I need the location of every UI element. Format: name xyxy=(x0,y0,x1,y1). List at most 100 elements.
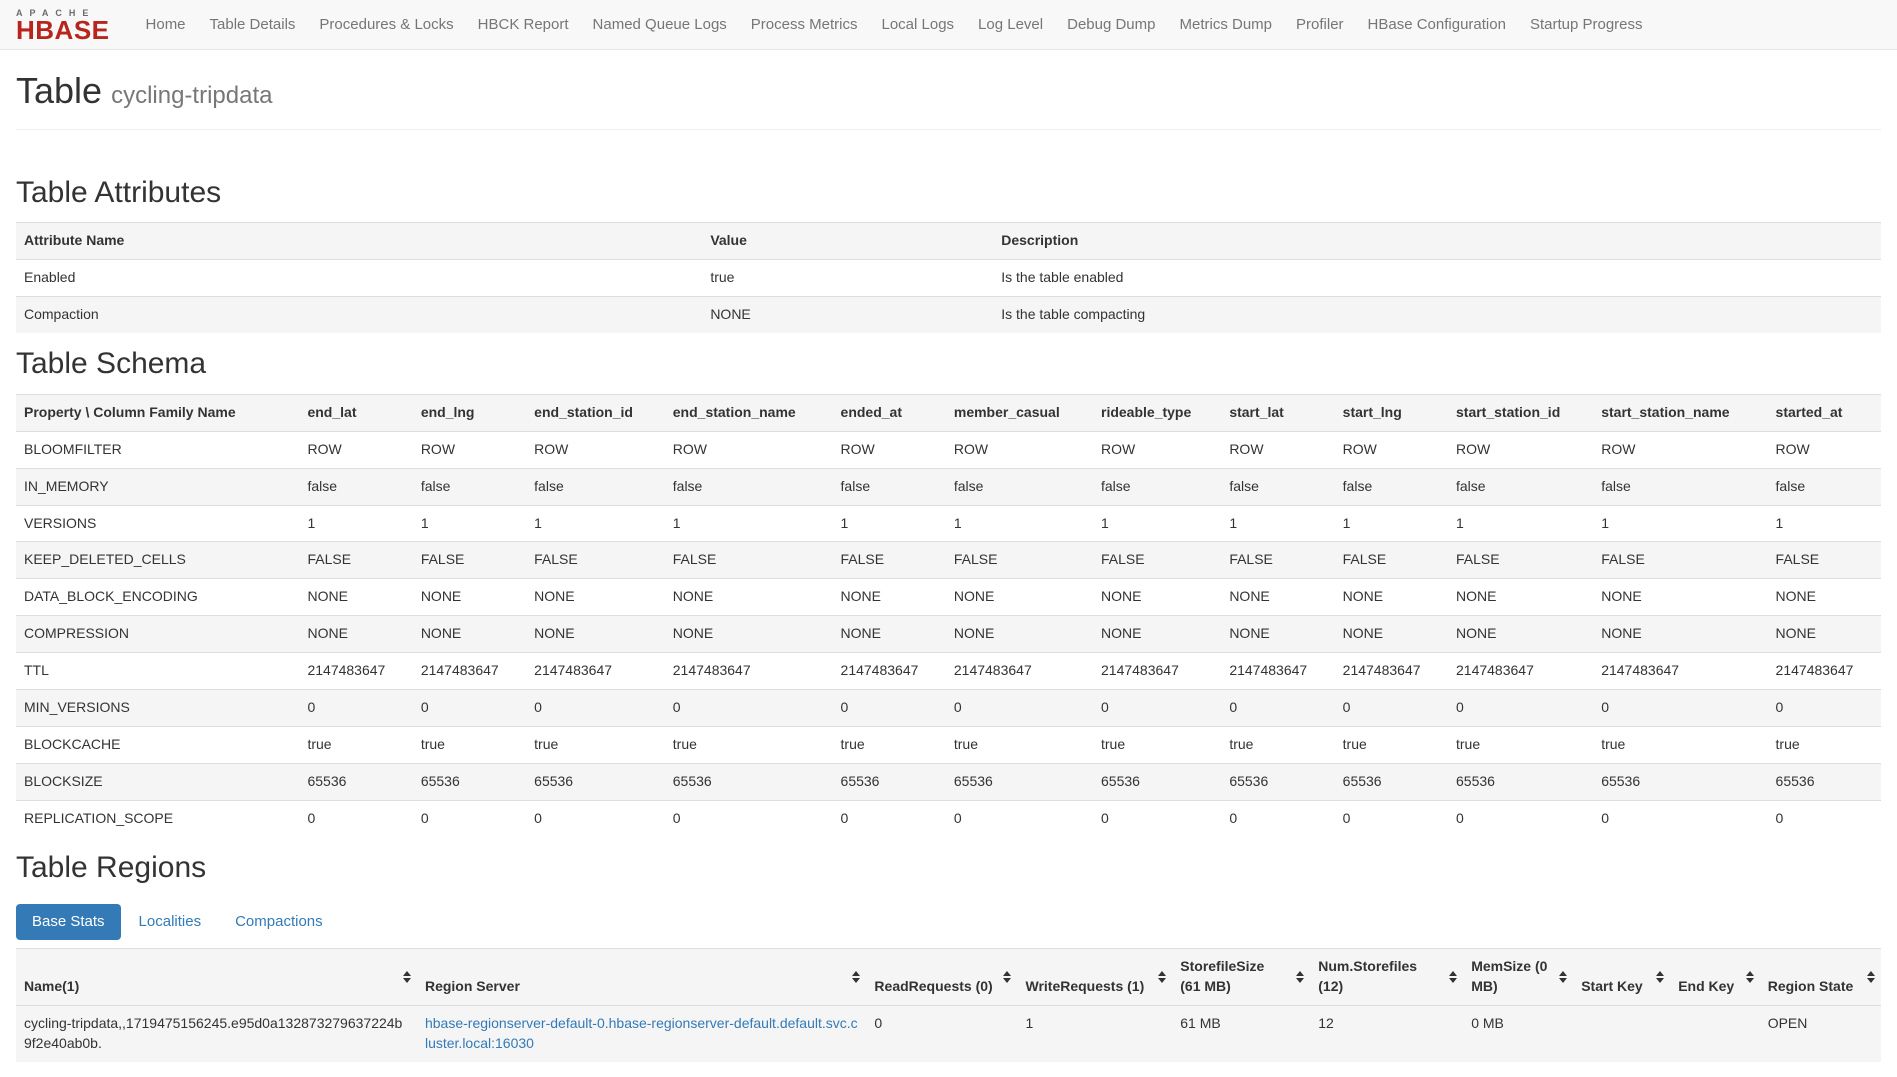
schema-value-cell: FALSE xyxy=(1593,542,1767,579)
regions-tab-link-base-stats[interactable]: Base Stats xyxy=(16,904,121,940)
schema-family-ended-at: ended_at xyxy=(833,394,946,431)
schema-value-cell: NONE xyxy=(526,616,665,653)
schema-value-cell: NONE xyxy=(1593,579,1767,616)
schema-value-cell: 65536 xyxy=(1093,764,1221,801)
sort-up-arrow xyxy=(403,971,411,976)
nav-link-home[interactable]: Home xyxy=(134,0,198,50)
nav-item: Table Details xyxy=(198,0,308,50)
regions-col-memsize-0-mb[interactable]: MemSize (0 MB) xyxy=(1463,948,1573,1005)
schema-value-cell: NONE xyxy=(526,579,665,616)
regions-col-region-state[interactable]: Region State xyxy=(1760,948,1881,1005)
schema-value-cell: 1 xyxy=(1335,505,1448,542)
schema-value-cell: 65536 xyxy=(413,764,526,801)
sort-icon xyxy=(1746,971,1754,983)
regions-col-end-key[interactable]: End Key xyxy=(1670,948,1760,1005)
schema-row-data-block-encoding: DATA_BLOCK_ENCODINGNONENONENONENONENONEN… xyxy=(16,579,1881,616)
schema-value-cell: 2147483647 xyxy=(526,653,665,690)
sort-down-arrow xyxy=(403,978,411,983)
nav-link-procedures-locks[interactable]: Procedures & Locks xyxy=(307,0,465,50)
schema-value-cell: 1 xyxy=(665,505,833,542)
schema-value-cell: 1 xyxy=(413,505,526,542)
schema-value-cell: 0 xyxy=(299,690,412,727)
schema-value-cell: 2147483647 xyxy=(1593,653,1767,690)
nav-link-metrics-dump[interactable]: Metrics Dump xyxy=(1168,0,1285,50)
schema-value-cell: FALSE xyxy=(1093,542,1221,579)
schema-value-cell: FALSE xyxy=(413,542,526,579)
schema-value-cell: false xyxy=(526,468,665,505)
nav-link-local-logs[interactable]: Local Logs xyxy=(869,0,966,50)
schema-property-cell: MIN_VERSIONS xyxy=(16,690,299,727)
nav-link-log-level[interactable]: Log Level xyxy=(966,0,1055,50)
sort-down-arrow xyxy=(852,978,860,983)
attributes-col-value: Value xyxy=(702,223,993,260)
schema-value-cell: NONE xyxy=(1335,616,1448,653)
regions-col-readrequests-0[interactable]: ReadRequests (0) xyxy=(866,948,1017,1005)
regions-col-start-key[interactable]: Start Key xyxy=(1573,948,1670,1005)
regions-col-region-server[interactable]: Region Server xyxy=(417,948,866,1005)
nav-link-startup-progress[interactable]: Startup Progress xyxy=(1518,0,1655,50)
nav-item: HBase Configuration xyxy=(1356,0,1518,50)
attribute-row-enabled: EnabledtrueIs the table enabled xyxy=(16,260,1881,297)
sort-down-arrow xyxy=(1656,978,1664,983)
regions-tab-link-localities[interactable]: Localities xyxy=(123,904,218,940)
attributes-col-description: Description xyxy=(993,223,1881,260)
nav-link-hbck-report[interactable]: HBCK Report xyxy=(466,0,581,50)
schema-value-cell: FALSE xyxy=(1335,542,1448,579)
nav-item: Profiler xyxy=(1284,0,1356,50)
schema-row-compression: COMPRESSIONNONENONENONENONENONENONENONEN… xyxy=(16,616,1881,653)
schema-row-min-versions: MIN_VERSIONS000000000000 xyxy=(16,690,1881,727)
schema-value-cell: NONE xyxy=(1093,579,1221,616)
schema-value-cell: false xyxy=(1448,468,1593,505)
schema-body: BLOOMFILTERROWROWROWROWROWROWROWROWROWRO… xyxy=(16,431,1881,837)
schema-row-blockcache: BLOCKCACHEtruetruetruetruetruetruetruetr… xyxy=(16,727,1881,764)
nav-item: Startup Progress xyxy=(1518,0,1655,50)
sort-down-arrow xyxy=(1746,978,1754,983)
schema-family-started-at: started_at xyxy=(1768,394,1881,431)
attributes-col-attribute-name: Attribute Name xyxy=(16,223,702,260)
schema-value-cell: 0 xyxy=(1221,690,1334,727)
schema-family-start-station-id: start_station_id xyxy=(1448,394,1593,431)
title-divider xyxy=(16,129,1881,130)
schema-value-cell: false xyxy=(665,468,833,505)
schema-value-cell: NONE xyxy=(1093,616,1221,653)
sort-icon xyxy=(403,971,411,983)
region-server-cell: hbase-regionserver-default-0.hbase-regio… xyxy=(417,1005,866,1061)
schema-row-versions: VERSIONS111111111111 xyxy=(16,505,1881,542)
schema-value-cell: NONE xyxy=(413,616,526,653)
schema-value-cell: true xyxy=(1221,727,1334,764)
regions-body: cycling-tripdata,,1719475156245.e95d0a13… xyxy=(16,1005,1881,1061)
nav-item: Procedures & Locks xyxy=(307,0,465,50)
region-server-link[interactable]: hbase-regionserver-default-0.hbase-regio… xyxy=(425,1015,858,1051)
sort-icon xyxy=(1158,971,1166,983)
schema-property-cell: DATA_BLOCK_ENCODING xyxy=(16,579,299,616)
navbar-menu: HomeTable DetailsProcedures & LocksHBCK … xyxy=(134,0,1655,50)
nav-link-process-metrics[interactable]: Process Metrics xyxy=(739,0,870,50)
regions-header-row: Name(1)Region ServerReadRequests (0) Writ… xyxy=(16,948,1881,1005)
schema-value-cell: NONE xyxy=(299,579,412,616)
schema-family-rideable-type: rideable_type xyxy=(1093,394,1221,431)
regions-col-storefilesize-61-mb[interactable]: StorefileSize (61 MB) xyxy=(1172,948,1310,1005)
schema-value-cell: FALSE xyxy=(665,542,833,579)
attribute-row-compaction: CompactionNONEIs the table compacting xyxy=(16,297,1881,333)
schema-value-cell: 1 xyxy=(1593,505,1767,542)
regions-col-name-1[interactable]: Name(1) xyxy=(16,948,417,1005)
schema-value-cell: FALSE xyxy=(526,542,665,579)
schema-value-cell: NONE xyxy=(665,616,833,653)
schema-value-cell: 2147483647 xyxy=(833,653,946,690)
attribute-value-cell: NONE xyxy=(702,297,993,333)
sort-up-arrow xyxy=(1449,971,1457,976)
regions-col-label: WriteRequests (1) xyxy=(1025,978,1144,994)
schema-value-cell: FALSE xyxy=(946,542,1093,579)
regions-col-num-storefiles-12[interactable]: Num.Storefiles (12) xyxy=(1310,948,1463,1005)
regions-col-writerequests-1[interactable]: WriteRequests (1) xyxy=(1017,948,1172,1005)
regions-tab-link-compactions[interactable]: Compactions xyxy=(219,904,339,940)
regions-tab-base-stats: Base Stats xyxy=(16,904,121,940)
hbase-logo[interactable]: APACHE HBASE xyxy=(8,7,118,42)
schema-value-cell: 65536 xyxy=(946,764,1093,801)
nav-link-named-queue-logs[interactable]: Named Queue Logs xyxy=(581,0,739,50)
nav-link-profiler[interactable]: Profiler xyxy=(1284,0,1356,50)
nav-link-table-details[interactable]: Table Details xyxy=(198,0,308,50)
schema-value-cell: NONE xyxy=(1593,616,1767,653)
nav-link-hbase-configuration[interactable]: HBase Configuration xyxy=(1356,0,1518,50)
nav-link-debug-dump[interactable]: Debug Dump xyxy=(1055,0,1167,50)
